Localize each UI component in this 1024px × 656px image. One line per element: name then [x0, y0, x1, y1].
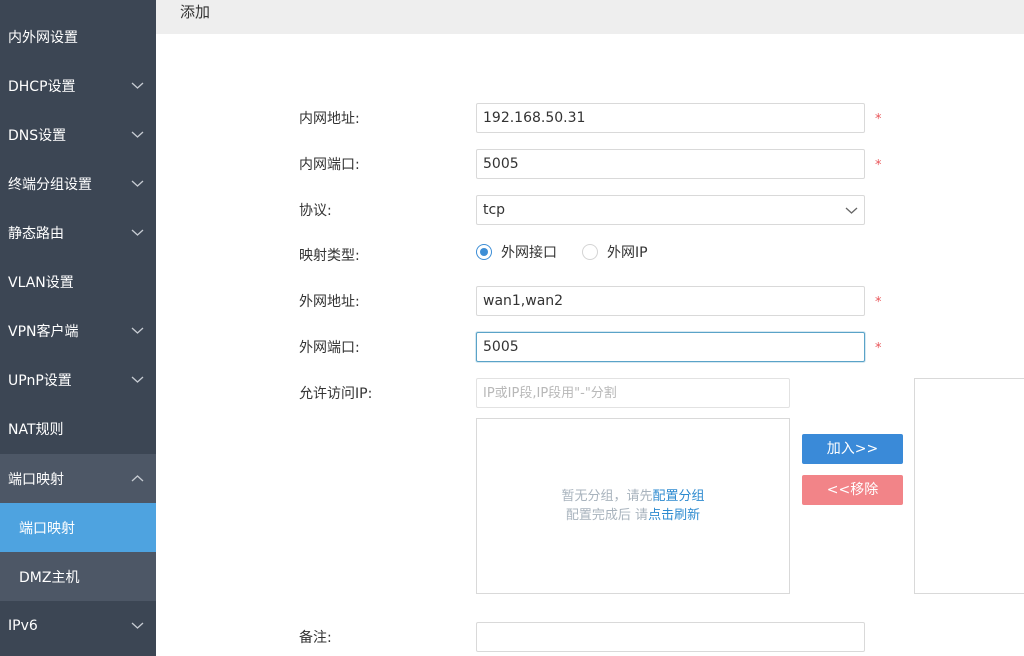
- empty-group-message: 暂无分组，请先配置分组: [477, 488, 789, 506]
- allow-ip-input[interactable]: [476, 378, 790, 408]
- lan-port-label: 内网端口:: [299, 157, 360, 173]
- protocol-select[interactable]: tcp: [476, 195, 865, 225]
- sidebar-item-vlan[interactable]: VLAN设置: [0, 257, 156, 306]
- remark-input[interactable]: [476, 622, 865, 652]
- empty-message-text: 暂无分组，请先: [561, 489, 653, 504]
- protocol-select-value: tcp: [483, 202, 506, 218]
- wan-addr-label: 外网地址:: [299, 294, 360, 310]
- sidebar-item-terminal-group[interactable]: 终端分组设置: [0, 159, 156, 208]
- radio-unchecked-icon: [582, 244, 598, 260]
- lan-ip-input[interactable]: [476, 103, 865, 133]
- sidebar-subitem-dmz-host[interactable]: DMZ主机: [0, 552, 156, 601]
- sidebar-item-dns[interactable]: DNS设置: [0, 110, 156, 159]
- refresh-message-text: 配置完成后 请: [565, 508, 649, 523]
- sidebar-item-label: 终端分组设置: [8, 176, 92, 193]
- sidebar-item-upnp[interactable]: UPnP设置: [0, 355, 156, 404]
- wan-port-label: 外网端口:: [299, 340, 360, 356]
- radio-label: 外网IP: [607, 245, 648, 261]
- sidebar-item-label: IPv6: [8, 617, 38, 634]
- refresh-message: 配置完成后 请点击刷新: [477, 507, 789, 525]
- radio-wan-ip[interactable]: 外网IP: [582, 242, 648, 262]
- group-list-box[interactable]: 暂无分组，请先配置分组 配置完成后 请点击刷新: [476, 418, 790, 594]
- protocol-label: 协议:: [299, 203, 332, 219]
- wan-addr-input[interactable]: [476, 286, 865, 316]
- chevron-down-icon: [130, 225, 145, 240]
- sidebar-item-label: DNS设置: [8, 127, 67, 144]
- required-mark: *: [875, 112, 882, 127]
- sidebar-item-label: 内外网设置: [8, 29, 78, 46]
- sidebar-item-port-mapping-group[interactable]: 端口映射: [0, 454, 156, 503]
- chevron-down-icon: [130, 618, 145, 633]
- sidebar-item-label: 端口映射: [19, 520, 75, 537]
- chevron-down-icon: [130, 127, 145, 142]
- chevron-down-icon: [130, 372, 145, 387]
- sidebar-item-label: UPnP设置: [8, 372, 72, 389]
- sidebar-item-vpn-client[interactable]: VPN客户端: [0, 306, 156, 355]
- lan-ip-label: 内网地址:: [299, 111, 360, 127]
- add-button[interactable]: 加入>>: [802, 434, 903, 464]
- selected-ip-list[interactable]: [914, 378, 1024, 594]
- refresh-link[interactable]: 点击刷新: [648, 508, 700, 523]
- chevron-up-icon: [130, 471, 145, 486]
- sidebar-item-label: NAT规则: [8, 421, 64, 438]
- sidebar-item-label: 静态路由: [8, 225, 64, 242]
- sidebar-item-dhcp[interactable]: DHCP设置: [0, 61, 156, 110]
- chevron-down-icon: [130, 176, 145, 191]
- sidebar-item-label: 端口映射: [8, 471, 64, 488]
- required-mark: *: [875, 341, 882, 356]
- required-mark: *: [875, 158, 882, 173]
- chevron-down-icon: [130, 78, 145, 93]
- sidebar-item-lan-wan[interactable]: 内外网设置: [0, 12, 156, 61]
- sidebar-item-label: DMZ主机: [19, 569, 80, 586]
- allow-ip-label: 允许访问IP:: [299, 386, 373, 402]
- sidebar-item-nat-rules[interactable]: NAT规则: [0, 404, 156, 453]
- map-type-label: 映射类型:: [299, 248, 360, 264]
- remove-button[interactable]: <<移除: [802, 475, 903, 505]
- sidebar-item-label: DHCP设置: [8, 78, 76, 95]
- sidebar-item-ipv6[interactable]: IPv6: [0, 601, 156, 650]
- wan-port-input[interactable]: [476, 332, 865, 362]
- radio-label: 外网接口: [501, 245, 557, 261]
- sidebar: 内外网设置 DHCP设置 DNS设置 终端分组设置 静态路由 VLAN设置 VP…: [0, 0, 156, 656]
- radio-checked-icon: [476, 244, 492, 260]
- chevron-down-icon: [130, 323, 145, 338]
- sidebar-item-label: VLAN设置: [8, 274, 74, 291]
- remark-label: 备注:: [299, 630, 332, 646]
- configure-group-link[interactable]: 配置分组: [653, 489, 705, 504]
- chevron-down-icon: [844, 203, 859, 218]
- sidebar-subitem-port-mapping[interactable]: 端口映射: [0, 503, 156, 552]
- lan-port-input[interactable]: [476, 149, 865, 179]
- radio-wan-interface[interactable]: 外网接口: [476, 242, 557, 262]
- sidebar-item-static-route[interactable]: 静态路由: [0, 208, 156, 257]
- sidebar-item-label: VPN客户端: [8, 323, 79, 340]
- page-header: 添加: [156, 0, 1024, 34]
- page-title: 添加: [180, 3, 211, 21]
- required-mark: *: [875, 295, 882, 310]
